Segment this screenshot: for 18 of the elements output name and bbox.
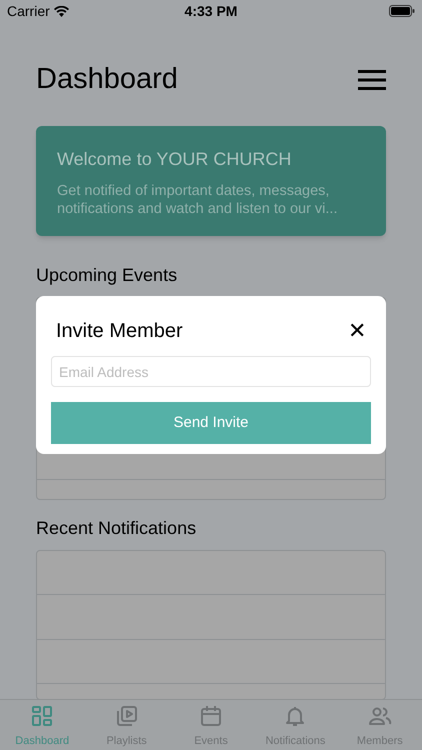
close-button[interactable]: ✕ xyxy=(348,320,366,342)
welcome-title: Welcome to YOUR CHURCH xyxy=(57,148,292,170)
menu-icon[interactable] xyxy=(358,70,386,90)
clock-label: 4:33 PM xyxy=(184,2,238,20)
carrier-label: Carrier xyxy=(7,2,50,20)
grid-icon xyxy=(30,704,54,728)
email-field[interactable]: Email Address xyxy=(51,356,371,387)
tab[interactable]: Dashboard xyxy=(0,700,84,750)
welcome-text: Get notified of important dates, messages, notifications and watch and listen to our vi... xyxy=(57,182,338,218)
wifi-icon xyxy=(54,6,69,16)
send-invite-button[interactable]: Send Invite xyxy=(51,402,371,444)
page-title: Dashboard xyxy=(36,62,178,97)
battery-icon xyxy=(389,5,416,17)
section-title: Recent Notifications xyxy=(36,516,198,540)
playlist-icon xyxy=(114,704,139,728)
dialog-title: Invite Member xyxy=(56,319,183,344)
section-title: Upcoming Events xyxy=(36,264,178,287)
calendar-icon xyxy=(199,704,224,728)
